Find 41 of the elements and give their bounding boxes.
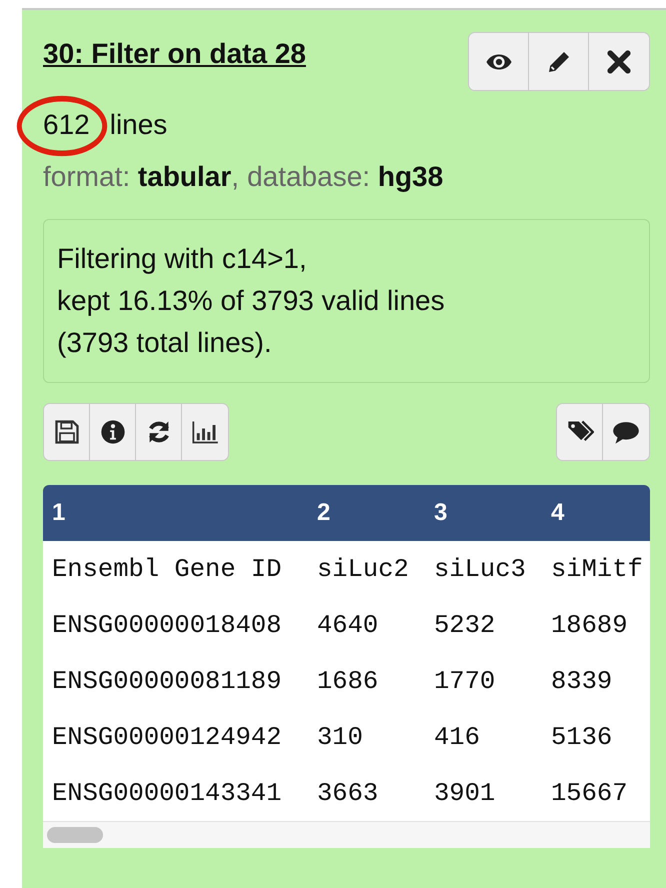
dataset-title[interactable]: 30: Filter on data 28: [43, 38, 306, 70]
info-text: kept 16.13% of 3793 valid lines: [57, 284, 446, 318]
meta-label: format:: [43, 161, 130, 192]
meta-value: hg38: [378, 161, 444, 192]
table-cell-text: 18689: [551, 610, 629, 640]
table-cell-text: 8339: [551, 666, 614, 696]
horizontal-scrollbar[interactable]: [43, 821, 650, 848]
table-cell-text: ENSG00000018408: [52, 610, 283, 640]
column-header: 4: [551, 499, 566, 527]
meta-value: tabular: [138, 161, 232, 192]
info-text: (3793 total lines).: [57, 326, 273, 360]
column-header: 1: [52, 499, 66, 527]
table-cell-text: 1686: [317, 666, 380, 696]
separator-comma: ,: [231, 161, 240, 192]
table-cell-text: siLuc2: [317, 554, 410, 584]
table-cell-text: 15667: [551, 778, 629, 808]
table-cell-text: siLuc3: [434, 554, 527, 584]
column-header: 3: [434, 499, 448, 527]
line-count: 612: [43, 109, 90, 141]
meta-label: database:: [247, 161, 370, 192]
table-cell-text: 1770: [434, 666, 496, 696]
table-cell-text: 4640: [317, 610, 380, 640]
floppy-disk-button[interactable]: [44, 404, 90, 460]
table-cell-text: 5232: [434, 610, 496, 640]
table-cell-text: ENSG00000124942: [52, 722, 283, 752]
table-cell-text: ENSG00000143341: [52, 778, 283, 808]
table-cell-text: 310: [317, 722, 364, 752]
table-cell-text: 3901: [434, 778, 496, 808]
table-cell-text: siMitf: [551, 554, 644, 584]
table-cell-text: 416: [434, 722, 481, 752]
info-icon: [98, 418, 126, 446]
scrollbar-thumb[interactable]: [47, 827, 103, 843]
table-cell-text: 5136: [551, 722, 614, 752]
column-header: 2: [317, 499, 332, 527]
info-text: Filtering with c14>1,: [57, 242, 308, 276]
line-count-label: lines: [110, 109, 168, 141]
tags-button[interactable]: [557, 404, 603, 460]
table-cell-text: 3663: [317, 778, 380, 808]
eye-button[interactable]: [469, 33, 529, 90]
table-cell-text: Ensembl Gene ID: [52, 554, 283, 584]
table-cell-text: ENSG00000081189: [52, 666, 283, 696]
